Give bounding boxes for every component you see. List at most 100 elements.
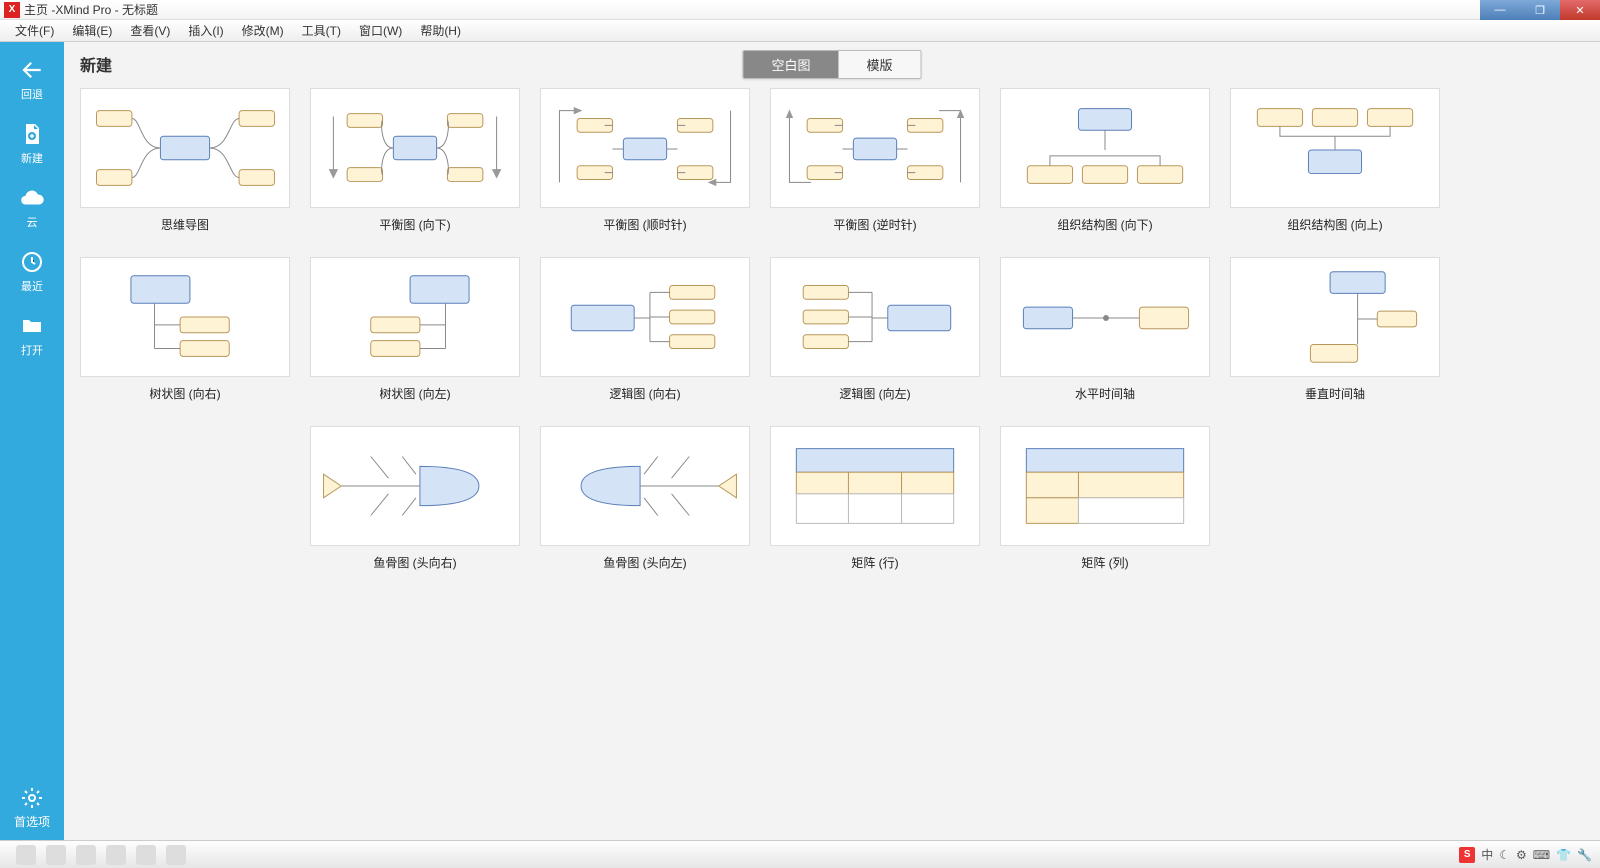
template-mindmap[interactable]: 思维导图 [80, 88, 290, 233]
sidebar-back[interactable]: 回退 [0, 50, 64, 114]
sidebar-open[interactable]: 打开 [0, 306, 64, 370]
sidebar-prefs-label: 首选项 [0, 813, 64, 830]
thumb [1230, 257, 1440, 377]
template-label: 鱼骨图 (头向左) [540, 554, 750, 571]
taskbar-icons [16, 845, 186, 865]
template-grid: 思维导图 平衡图 (向下) 平衡图 (顺时针) 平衡图 (逆时针) [80, 88, 1584, 571]
template-label: 逻辑图 (向左) [770, 385, 980, 402]
folder-icon [0, 312, 64, 340]
template-label: 组织结构图 (向下) [1000, 216, 1210, 233]
system-tray: S 中 ☾ ⚙ ⌨ 👕 🔧 [1459, 846, 1592, 863]
sidebar-cloud[interactable]: 云 [0, 178, 64, 242]
template-tree-left[interactable]: 树状图 (向左) [310, 257, 520, 402]
template-logic-left[interactable]: 逻辑图 (向左) [770, 257, 980, 402]
thumb [310, 426, 520, 546]
thumb [1230, 88, 1440, 208]
cloud-icon [0, 184, 64, 212]
menu-tools[interactable]: 工具(T) [293, 22, 350, 39]
menubar: 文件(F) 编辑(E) 查看(V) 插入(I) 修改(M) 工具(T) 窗口(W… [0, 20, 1600, 42]
main-header: 新建 空白图 模版 [80, 52, 1584, 76]
ime-text[interactable]: 中 [1481, 846, 1493, 863]
template-label: 矩阵 (行) [770, 554, 980, 571]
taskbar-app-icon[interactable] [136, 845, 156, 865]
menu-file[interactable]: 文件(F) [6, 22, 63, 39]
template-balance-ccw[interactable]: 平衡图 (逆时针) [770, 88, 980, 233]
template-fishbone-left[interactable]: 鱼骨图 (头向左) [540, 426, 750, 571]
thumb [1000, 257, 1210, 377]
taskbar-app-icon[interactable] [106, 845, 126, 865]
clock-icon [0, 248, 64, 276]
sidebar: 回退 新建 云 最近 打开 [0, 42, 64, 840]
taskbar: S 中 ☾ ⚙ ⌨ 👕 🔧 [0, 840, 1600, 868]
template-label: 鱼骨图 (头向右) [310, 554, 520, 571]
template-label: 树状图 (向右) [80, 385, 290, 402]
template-balance-cw[interactable]: 平衡图 (顺时针) [540, 88, 750, 233]
template-fishbone-right[interactable]: 鱼骨图 (头向右) [310, 426, 520, 571]
maximize-button[interactable]: ❐ [1520, 0, 1560, 20]
tray-keyboard-icon[interactable]: ⌨ [1533, 848, 1550, 862]
tray-net-icon[interactable]: ⚙ [1516, 848, 1527, 862]
template-matrix-row[interactable]: 矩阵 (行) [770, 426, 980, 571]
template-matrix-col[interactable]: 矩阵 (列) [1000, 426, 1210, 571]
thumb [310, 88, 520, 208]
main-panel: 新建 空白图 模版 思维导图 平衡图 (向下) [64, 42, 1600, 840]
tray-wrench-icon[interactable]: 🔧 [1577, 848, 1592, 862]
menu-help[interactable]: 帮助(H) [411, 22, 470, 39]
tab-switcher: 空白图 模版 [742, 50, 921, 79]
thumb [1000, 88, 1210, 208]
tab-template[interactable]: 模版 [839, 51, 921, 78]
template-org-down[interactable]: 组织结构图 (向下) [1000, 88, 1210, 233]
template-label: 平衡图 (顺时针) [540, 216, 750, 233]
taskbar-app-icon[interactable] [76, 845, 96, 865]
sidebar-cloud-label: 云 [0, 214, 64, 230]
window-title: 主页 -XMind Pro - 无标题 [24, 1, 158, 18]
menu-edit[interactable]: 编辑(E) [63, 22, 121, 39]
thumb [80, 88, 290, 208]
tray-shirt-icon[interactable]: 👕 [1556, 848, 1571, 862]
window-controls: — ❐ ✕ [1480, 0, 1600, 20]
taskbar-app-icon[interactable] [46, 845, 66, 865]
new-file-icon [0, 120, 64, 148]
taskbar-app-icon[interactable] [166, 845, 186, 865]
close-button[interactable]: ✕ [1560, 0, 1600, 20]
template-timeline-v[interactable]: 垂直时间轴 [1230, 257, 1440, 402]
sidebar-recent-label: 最近 [0, 278, 64, 294]
thumb [540, 88, 750, 208]
template-label: 矩阵 (列) [1000, 554, 1210, 571]
thumb [80, 257, 290, 377]
minimize-button[interactable]: — [1480, 0, 1520, 20]
sidebar-recent[interactable]: 最近 [0, 242, 64, 306]
template-label: 组织结构图 (向上) [1230, 216, 1440, 233]
taskbar-app-icon[interactable] [16, 845, 36, 865]
menu-window[interactable]: 窗口(W) [350, 22, 411, 39]
template-label: 逻辑图 (向右) [540, 385, 750, 402]
thumb [770, 257, 980, 377]
sidebar-prefs[interactable]: 首选项 [0, 786, 64, 830]
app-icon: X [4, 2, 20, 18]
template-label: 思维导图 [80, 216, 290, 233]
sidebar-open-label: 打开 [0, 342, 64, 358]
template-org-up[interactable]: 组织结构图 (向上) [1230, 88, 1440, 233]
thumb [770, 88, 980, 208]
menu-modify[interactable]: 修改(M) [233, 22, 293, 39]
template-timeline-h[interactable]: 水平时间轴 [1000, 257, 1210, 402]
template-balance-down[interactable]: 平衡图 (向下) [310, 88, 520, 233]
titlebar: X 主页 -XMind Pro - 无标题 — ❐ ✕ [0, 0, 1600, 20]
thumb [1000, 426, 1210, 546]
template-label: 树状图 (向左) [310, 385, 520, 402]
template-tree-right[interactable]: 树状图 (向右) [80, 257, 290, 402]
template-label: 平衡图 (向下) [310, 216, 520, 233]
template-logic-right[interactable]: 逻辑图 (向右) [540, 257, 750, 402]
sidebar-back-label: 回退 [0, 86, 64, 102]
template-label: 水平时间轴 [1000, 385, 1210, 402]
back-arrow-icon [0, 56, 64, 84]
menu-insert[interactable]: 插入(I) [179, 22, 232, 39]
sidebar-new-label: 新建 [0, 150, 64, 166]
tab-blank[interactable]: 空白图 [743, 51, 838, 78]
thumb [770, 426, 980, 546]
sidebar-new[interactable]: 新建 [0, 114, 64, 178]
ime-icon[interactable]: S [1459, 847, 1475, 863]
tray-moon-icon[interactable]: ☾ [1499, 848, 1510, 862]
menu-view[interactable]: 查看(V) [121, 22, 179, 39]
page-title: 新建 [80, 52, 112, 76]
